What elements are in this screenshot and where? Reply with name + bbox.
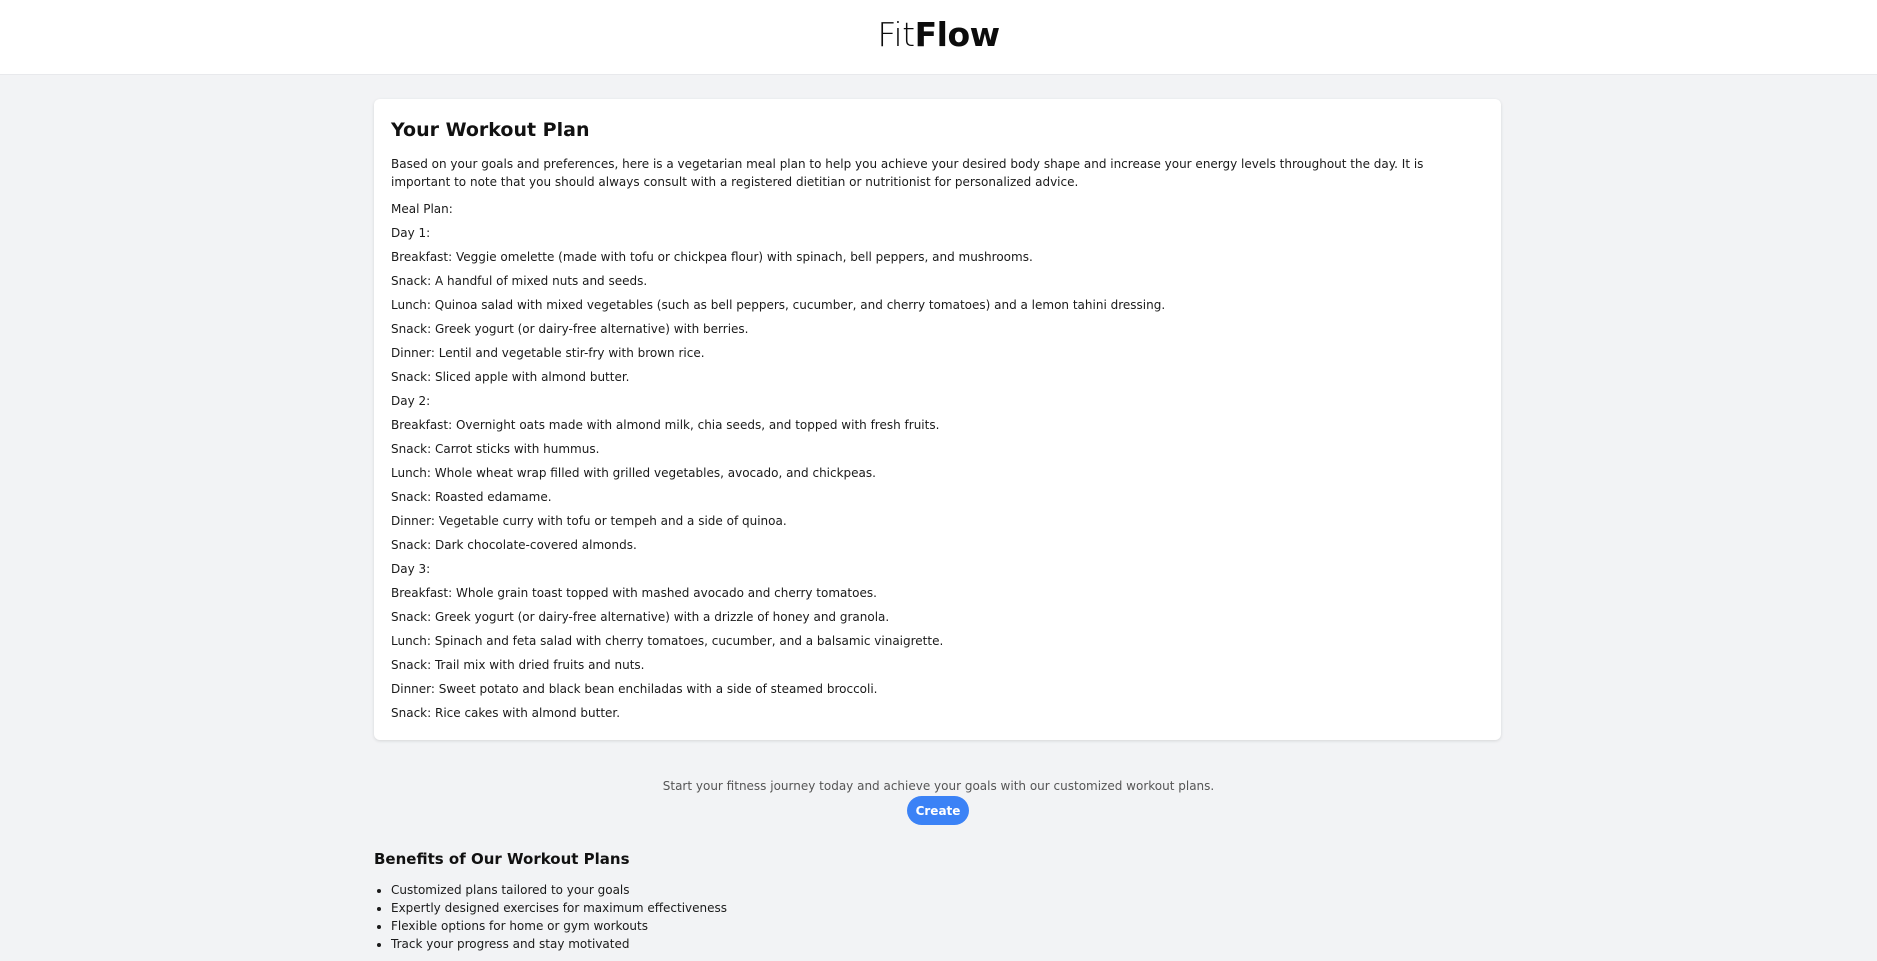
meal-plan-line: Snack: Trail mix with dried fruits and n… xyxy=(391,658,645,672)
meal-plan-line: Snack: Greek yogurt (or dairy-free alter… xyxy=(391,322,749,336)
meal-plan-line: Dinner: Sweet potato and black bean ench… xyxy=(391,682,878,696)
meal-plan-line: Lunch: Quinoa salad with mixed vegetable… xyxy=(391,298,1166,312)
meal-plan-line: Day 3: xyxy=(391,562,431,576)
meal-plan-line: Snack: A handful of mixed nuts and seeds… xyxy=(391,274,648,288)
site-header: FitFlow xyxy=(0,0,1877,75)
benefits-list: Customized plans tailored to your goals … xyxy=(374,881,1174,953)
meal-plan-line: Meal Plan: xyxy=(391,202,453,216)
meal-plan-line: Breakfast: Veggie omelette (made with to… xyxy=(391,250,1033,264)
create-button[interactable]: Create xyxy=(907,796,969,825)
workout-plan-intro: Based on your goals and preferences, her… xyxy=(391,157,1424,189)
meal-plan-line: Dinner: Lentil and vegetable stir-fry wi… xyxy=(391,346,705,360)
workout-plan-title: Your Workout Plan xyxy=(391,119,590,141)
meal-plan-line: Snack: Greek yogurt (or dairy-free alter… xyxy=(391,610,890,624)
meal-plan-list: Meal Plan: Day 1: Breakfast: Veggie omel… xyxy=(391,197,1484,725)
benefits-section: Benefits of Our Workout Plans Customized… xyxy=(374,849,1174,953)
meal-plan-line: Breakfast: Whole grain toast topped with… xyxy=(391,586,877,600)
benefit-item: Customized plans tailored to your goals xyxy=(391,881,1174,899)
workout-plan-card: Your Workout Plan Based on your goals an… xyxy=(374,99,1501,740)
meal-plan-line: Breakfast: Overnight oats made with almo… xyxy=(391,418,940,432)
benefit-item: Flexible options for home or gym workout… xyxy=(391,917,1174,935)
meal-plan-line: Snack: Roasted edamame. xyxy=(391,490,552,504)
meal-plan-line: Lunch: Spinach and feta salad with cherr… xyxy=(391,634,944,648)
meal-plan-line: Snack: Rice cakes with almond butter. xyxy=(391,706,621,720)
meal-plan-line: Dinner: Vegetable curry with tofu or tem… xyxy=(391,514,787,528)
meal-plan-line: Snack: Dark chocolate-covered almonds. xyxy=(391,538,637,552)
logo-text-fit: Fit xyxy=(877,15,915,54)
logo-text-flow: Flow xyxy=(914,15,1001,54)
benefits-title: Benefits of Our Workout Plans xyxy=(374,850,630,868)
meal-plan-line: Day 1: xyxy=(391,226,431,240)
meal-plan-line: Snack: Sliced apple with almond butter. xyxy=(391,370,630,384)
cta-text: Start your fitness journey today and ach… xyxy=(662,779,1215,793)
benefit-item: Expertly designed exercises for maximum … xyxy=(391,899,1174,917)
meal-plan-line: Day 2: xyxy=(391,394,431,408)
benefit-item: Track your progress and stay motivated xyxy=(391,935,1174,953)
meal-plan-line: Lunch: Whole wheat wrap filled with gril… xyxy=(391,466,876,480)
fitflow-logo[interactable]: FitFlow xyxy=(0,14,1877,56)
meal-plan-line: Snack: Carrot sticks with hummus. xyxy=(391,442,600,456)
